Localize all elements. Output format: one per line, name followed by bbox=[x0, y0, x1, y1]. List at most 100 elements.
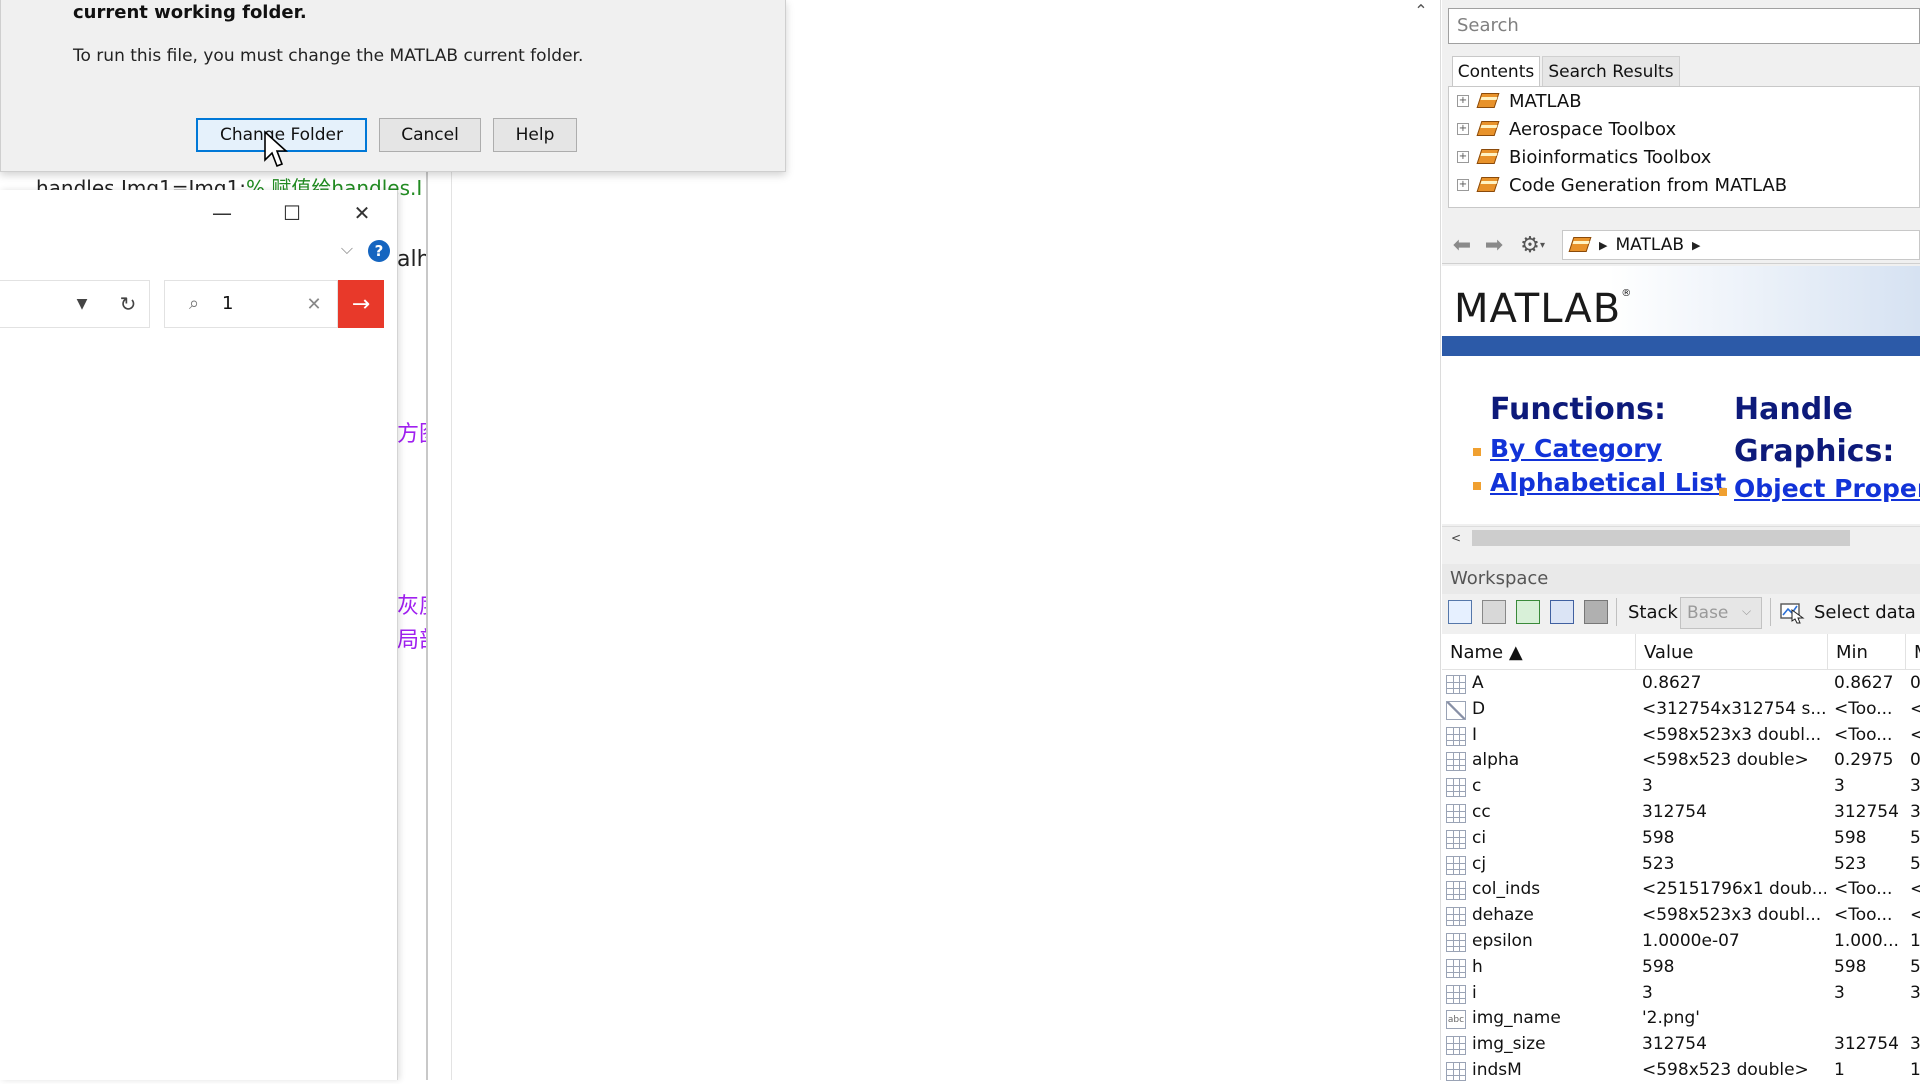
open-variable-icon[interactable] bbox=[1482, 600, 1506, 624]
variable-min: 3 bbox=[1834, 982, 1845, 1003]
breadcrumb-label[interactable]: MATLAB bbox=[1615, 235, 1684, 255]
matrix-variable-icon bbox=[1446, 1036, 1466, 1056]
close-button[interactable]: ✕ bbox=[340, 200, 384, 226]
table-row[interactable]: ci 598 598 5 bbox=[1442, 827, 1920, 852]
tree-item-matlab[interactable]: + MATLAB bbox=[1449, 87, 1919, 115]
table-row[interactable]: cj 523 523 5 bbox=[1442, 853, 1920, 878]
minimize-button[interactable]: — bbox=[200, 200, 244, 226]
select-data-button[interactable]: Select data t bbox=[1814, 602, 1920, 623]
chevron-right-icon: ▶ bbox=[1599, 238, 1608, 252]
table-row[interactable]: indsM <598x523 double> 1 1 bbox=[1442, 1059, 1920, 1084]
chevron-down-icon[interactable]: ⌵ bbox=[336, 238, 358, 260]
variable-min: 312754 bbox=[1834, 1034, 1899, 1055]
maximize-button[interactable]: ☐ bbox=[270, 200, 314, 226]
plot-select-icon[interactable] bbox=[1778, 600, 1806, 624]
matrix-variable-icon bbox=[1446, 958, 1466, 978]
variable-name: cc bbox=[1472, 802, 1491, 822]
back-arrow-icon[interactable]: ⬅ bbox=[1448, 232, 1476, 258]
variable-value: <598x523 double> bbox=[1642, 750, 1809, 771]
banner-bar bbox=[1442, 336, 1920, 356]
chevron-down-icon[interactable]: ▾ bbox=[1540, 240, 1552, 252]
file-window: — ☐ ✕ ⌵ ? ▼ ↻ ⌕ 1 ✕ → bbox=[0, 190, 398, 1080]
by-category-link[interactable]: By Category bbox=[1490, 434, 1662, 463]
variable-min: 1 bbox=[1834, 1060, 1845, 1080]
tree-item-codegen[interactable]: + Code Generation from MATLAB bbox=[1449, 171, 1919, 199]
help-icon[interactable]: ? bbox=[368, 240, 390, 262]
editor-divider[interactable] bbox=[426, 170, 428, 1080]
table-row[interactable]: col_inds <25151796x1 doub... <Too... < bbox=[1442, 878, 1920, 903]
object-properties-link[interactable]: Object Propert bbox=[1734, 474, 1920, 503]
table-row[interactable]: i 3 3 3 bbox=[1442, 982, 1920, 1007]
variable-value: 312754 bbox=[1642, 802, 1707, 822]
editor-divider bbox=[451, 170, 452, 1080]
column-header-name[interactable]: Name ▲ bbox=[1442, 634, 1636, 670]
mouse-cursor-icon bbox=[264, 130, 289, 168]
char-variable-icon: abc bbox=[1446, 1010, 1466, 1030]
code-fragment: 局部 bbox=[397, 628, 427, 653]
variable-name: img_name bbox=[1472, 1008, 1561, 1029]
sparse-variable-icon bbox=[1446, 700, 1466, 720]
table-row[interactable]: h 598 598 5 bbox=[1442, 956, 1920, 981]
table-row[interactable]: A 0.8627 0.8627 0 bbox=[1442, 672, 1920, 697]
expand-icon[interactable]: + bbox=[1457, 179, 1469, 191]
code-fragment: 灰度 bbox=[397, 594, 427, 619]
variable-max: < bbox=[1910, 698, 1920, 719]
table-row[interactable]: D <312754x312754 s... <Too... < bbox=[1442, 698, 1920, 723]
column-header-min[interactable]: Min bbox=[1828, 634, 1906, 670]
variable-min: 598 bbox=[1834, 956, 1867, 977]
search-value[interactable]: 1 bbox=[222, 290, 272, 318]
variable-min: <Too... bbox=[1834, 724, 1893, 745]
breadcrumb[interactable]: ▶ MATLAB ▶ bbox=[1562, 230, 1920, 260]
column-header-max[interactable]: M bbox=[1906, 634, 1920, 670]
chevron-down-icon[interactable]: ⌵ bbox=[1742, 604, 1758, 620]
tab-search-results[interactable]: Search Results bbox=[1542, 56, 1680, 86]
expand-icon[interactable]: + bbox=[1457, 151, 1469, 163]
refresh-icon[interactable]: ↻ bbox=[112, 289, 144, 319]
table-row[interactable]: c 3 3 3 bbox=[1442, 775, 1920, 800]
table-row[interactable]: cc 312754 312754 3 bbox=[1442, 801, 1920, 826]
variable-value: 523 bbox=[1642, 853, 1675, 874]
alphabetical-list-link[interactable]: Alphabetical List bbox=[1490, 468, 1726, 497]
toolbar-separator bbox=[1770, 598, 1771, 626]
delete-icon[interactable] bbox=[1584, 600, 1608, 624]
table-row[interactable]: epsilon 1.0000e-07 1.000... 1 bbox=[1442, 930, 1920, 955]
change-folder-dialog: current working folder. To run this file… bbox=[0, 0, 786, 172]
variable-max: 1 bbox=[1910, 1060, 1920, 1080]
chevron-down-icon[interactable]: ▼ bbox=[70, 292, 94, 316]
expand-icon[interactable]: + bbox=[1457, 95, 1469, 107]
code-fragment: alh bbox=[397, 247, 427, 272]
tree-item-label: Code Generation from MATLAB bbox=[1509, 174, 1788, 196]
table-row[interactable]: abc img_name '2.png' bbox=[1442, 1007, 1920, 1032]
panel-divider[interactable] bbox=[1440, 0, 1441, 1080]
variable-min: 3 bbox=[1834, 776, 1845, 797]
variable-max: 3 bbox=[1910, 776, 1920, 797]
chevron-right-icon[interactable]: ▶ bbox=[1692, 239, 1700, 252]
scrollbar-thumb[interactable] bbox=[1472, 530, 1850, 546]
table-row[interactable]: img_size 312754 312754 3 bbox=[1442, 1033, 1920, 1058]
variable-max: 3 bbox=[1910, 1034, 1920, 1055]
table-row[interactable]: dehaze <598x523x3 doubl... <Too... < bbox=[1442, 904, 1920, 929]
help-button[interactable]: Help bbox=[493, 118, 577, 152]
search-go-button[interactable]: → bbox=[338, 280, 384, 328]
forward-arrow-icon[interactable]: ➡ bbox=[1480, 232, 1508, 258]
save-icon[interactable] bbox=[1550, 600, 1574, 624]
table-row[interactable]: I <598x523x3 doubl... <Too... < bbox=[1442, 724, 1920, 749]
workspace-title: Workspace bbox=[1450, 568, 1549, 589]
tab-contents[interactable]: Contents bbox=[1452, 56, 1540, 86]
import-data-icon[interactable] bbox=[1516, 600, 1540, 624]
tree-item-bioinformatics[interactable]: + Bioinformatics Toolbox bbox=[1449, 143, 1919, 171]
variable-min: 1.000... bbox=[1834, 931, 1899, 951]
variable-value: 0.8627 bbox=[1642, 673, 1702, 693]
new-variable-icon[interactable] bbox=[1448, 600, 1472, 624]
tree-item-aerospace[interactable]: + Aerospace Toolbox bbox=[1449, 115, 1919, 143]
matrix-variable-icon bbox=[1446, 726, 1466, 746]
cancel-button[interactable]: Cancel bbox=[379, 118, 481, 152]
scroll-up-icon[interactable]: ⌃ bbox=[1408, 0, 1434, 20]
column-header-value[interactable]: Value bbox=[1636, 634, 1828, 670]
table-row[interactable]: alpha <598x523 double> 0.2975 0 bbox=[1442, 749, 1920, 774]
help-search-input[interactable]: Search bbox=[1448, 8, 1920, 44]
dialog-message: To run this file, you must change the MA… bbox=[73, 46, 584, 66]
scroll-left-icon[interactable]: < bbox=[1448, 530, 1464, 546]
expand-icon[interactable]: + bbox=[1457, 123, 1469, 135]
clear-icon[interactable]: ✕ bbox=[302, 292, 326, 316]
